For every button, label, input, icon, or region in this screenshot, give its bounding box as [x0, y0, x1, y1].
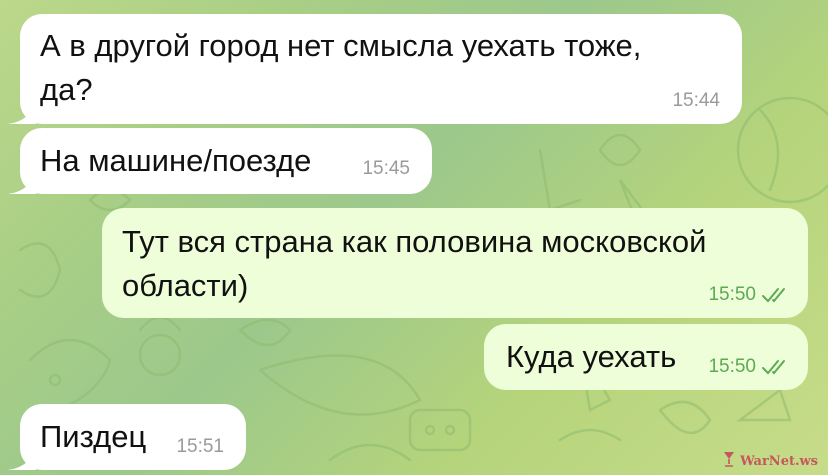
message-time: 15:44 [672, 90, 720, 111]
wine-glass-icon [722, 451, 736, 471]
watermark-text: WarNet.ws [740, 453, 818, 469]
message-time: 15:51 [176, 436, 224, 457]
message-text: На машине/поезде [40, 143, 312, 178]
watermark: WarNet.ws [722, 451, 818, 471]
message-text: Куда уехать [506, 339, 677, 374]
message-text: Пиздец [40, 419, 147, 454]
bubble-tail [8, 96, 36, 124]
bubble-tail [8, 442, 36, 470]
message-bubble-incoming[interactable]: На машине/поезде 15:45 [8, 128, 432, 194]
message-time: 15:50 [708, 284, 756, 305]
double-check-icon [762, 359, 792, 375]
message-meta: 15:50 [708, 356, 792, 378]
message-meta: 15:45 [362, 158, 410, 180]
message-meta: 15:44 [672, 90, 720, 112]
message-time: 15:50 [708, 356, 756, 377]
message-bubble-incoming[interactable]: Пиздец 15:51 [8, 404, 246, 470]
message-bubble-outgoing[interactable]: Куда уехать 15:50 [484, 324, 808, 390]
message-bubble-incoming[interactable]: А в другой город нет смысла уехать тоже,… [8, 14, 742, 124]
message-bubble-outgoing[interactable]: Тут вся страна как половина московской о… [102, 208, 808, 318]
double-check-icon [762, 287, 792, 303]
message-text: Тут вся страна как половина московской о… [122, 224, 707, 303]
message-text: А в другой город нет смысла уехать тоже,… [40, 28, 642, 107]
message-meta: 15:50 [708, 284, 792, 306]
message-meta: 15:51 [176, 436, 224, 458]
bubble-tail [8, 166, 36, 194]
message-time: 15:45 [362, 158, 410, 179]
